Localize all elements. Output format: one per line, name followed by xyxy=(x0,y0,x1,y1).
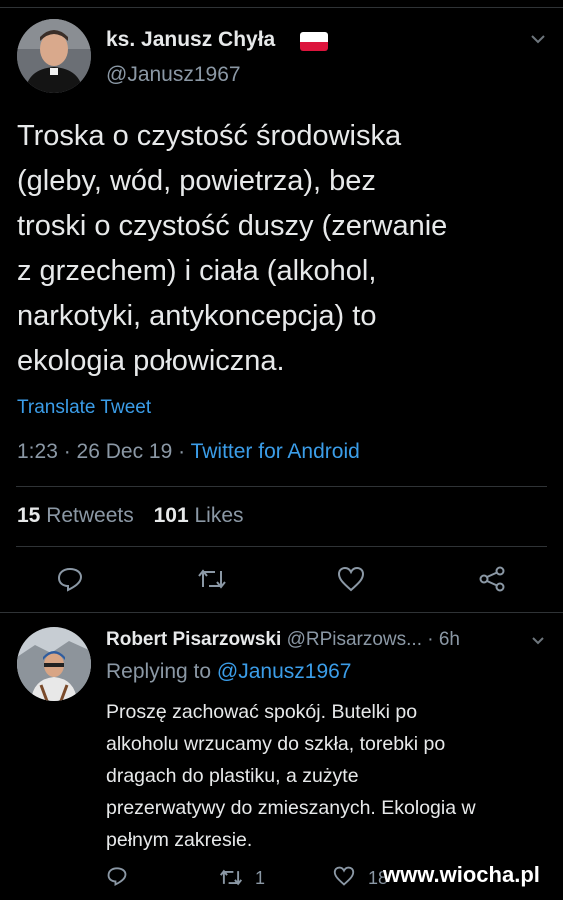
retweets-stat[interactable]: 15 Retweets xyxy=(17,504,140,527)
likes-stat[interactable]: 101 Likes xyxy=(154,504,244,527)
divider xyxy=(16,486,547,487)
replying-to-prefix: Replying to xyxy=(106,660,217,683)
divider xyxy=(16,546,547,547)
top-divider xyxy=(0,7,563,8)
replying-to-handle[interactable]: @Janusz1967 xyxy=(217,660,352,683)
author-avatar[interactable] xyxy=(17,19,91,93)
reply-retweet-count: 1 xyxy=(255,868,266,888)
chevron-down-icon[interactable] xyxy=(530,33,546,45)
chevron-down-icon[interactable] xyxy=(531,636,545,646)
timestamp-text: 1:23 · 26 Dec 19 · xyxy=(17,440,191,463)
reply-author-avatar[interactable] xyxy=(17,627,91,701)
retweets-count: 15 xyxy=(17,504,41,527)
retweet-icon[interactable] xyxy=(218,868,244,887)
share-icon[interactable] xyxy=(478,565,506,593)
translate-tweet-link[interactable]: Translate Tweet xyxy=(17,397,151,419)
reply-header: Robert Pisarzowski @RPisarzows... · 6h xyxy=(106,629,460,651)
polish-flag-icon xyxy=(300,32,328,51)
reply-text-line: dragach do plastiku, a zużyte xyxy=(106,765,359,787)
retweets-label: Retweets xyxy=(46,504,134,527)
divider xyxy=(0,612,563,613)
reply-icon[interactable] xyxy=(56,566,84,592)
tweet-text-line: narkotyki, antykoncepcja) to xyxy=(17,300,377,332)
reply-text-line: alkoholu wrzucamy do szkła, torebki po xyxy=(106,733,446,755)
tweet-text-line: troski o czystość duszy (zerwanie xyxy=(17,210,448,242)
likes-count: 101 xyxy=(153,504,189,527)
tweet-text-line: Troska o czystość środowiska xyxy=(17,120,402,152)
likes-label: Likes xyxy=(194,504,244,527)
heart-icon[interactable] xyxy=(337,566,365,592)
tweet-text-line: ekologia połowiczna. xyxy=(17,345,285,377)
reply-text: Proszę zachować spokój. Butelki po alkoh… xyxy=(106,696,556,856)
reply-author-name[interactable]: Robert Pisarzowski xyxy=(106,629,281,650)
retweet-icon[interactable] xyxy=(196,567,228,591)
reply-handle-time[interactable]: @RPisarzows... · 6h xyxy=(287,629,460,650)
reply-text-line: pełnym zakresie. xyxy=(106,829,253,851)
reply-text-line: prezerwatywy do zmieszanych. Ekologia w xyxy=(106,797,476,819)
author-name[interactable]: ks. Janusz Chyła xyxy=(106,28,275,52)
reply-text-line: Proszę zachować spokój. Butelki po xyxy=(106,701,418,723)
tweet-text-line: (gleby, wód, powietrza), bez xyxy=(17,165,376,197)
source-link[interactable]: Twitter for Android xyxy=(191,440,360,463)
author-handle[interactable]: @Janusz1967 xyxy=(106,63,241,87)
replying-to: Replying to @Janusz1967 xyxy=(106,660,351,684)
tweet-text: Troska o czystość środowiska (gleby, wód… xyxy=(17,114,552,384)
tweet-stats: 15 Retweets 101 Likes xyxy=(17,504,244,528)
tweet-text-line: z grzechem) i ciała (alkohol, xyxy=(17,255,377,287)
watermark: www.wiocha.pl xyxy=(383,862,540,887)
reply-icon[interactable] xyxy=(106,866,128,886)
tweet-timestamp: 1:23 · 26 Dec 19 · Twitter for Android xyxy=(17,440,360,464)
heart-icon[interactable] xyxy=(333,866,355,886)
